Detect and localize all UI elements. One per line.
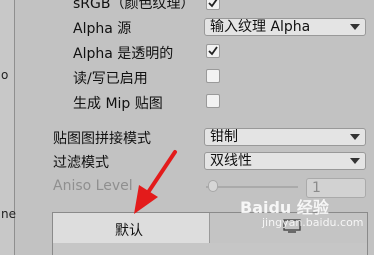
watermark-url: jingyan.baidu.com [262, 216, 364, 229]
watermark: Baidu 经验 jingyan.baidu.com [240, 200, 370, 240]
watermark-title: Baidu 经验 [240, 198, 329, 217]
